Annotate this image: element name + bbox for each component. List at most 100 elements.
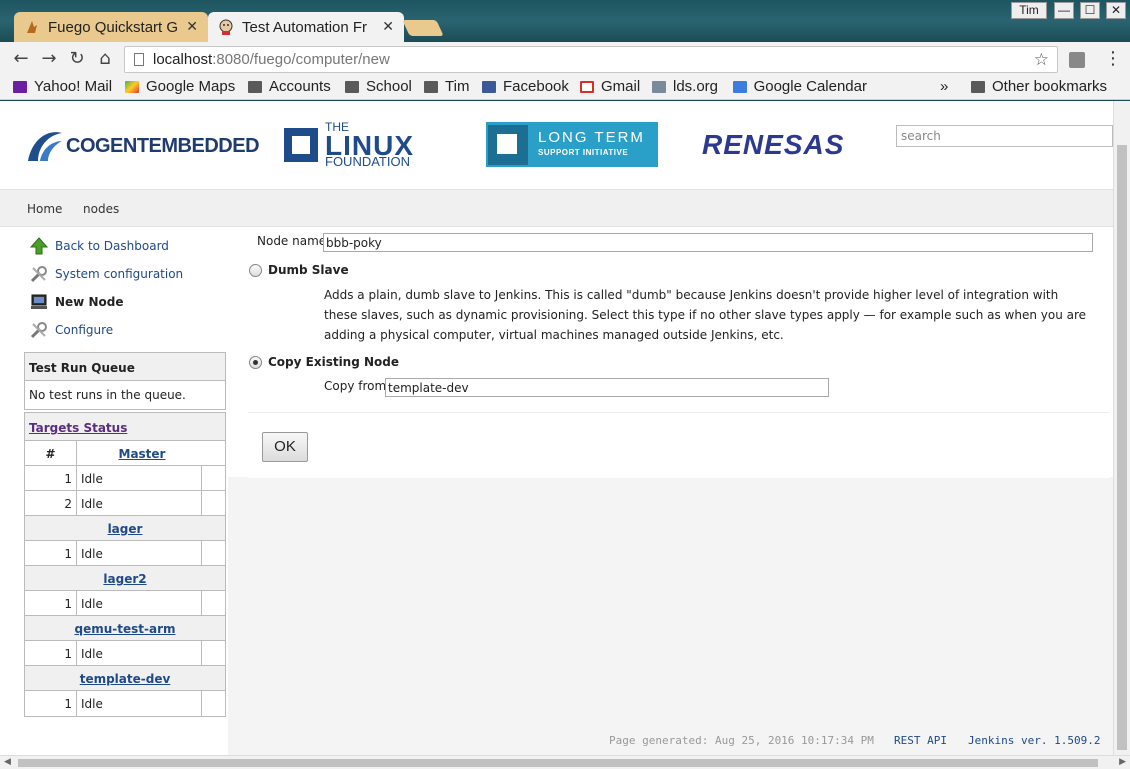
tab-fuego-quickstart[interactable]: Fuego Quickstart G ✕: [14, 12, 208, 42]
target-link-lager2[interactable]: lager2: [103, 572, 146, 586]
bookmark-label: School: [366, 78, 412, 95]
bookmark-lds[interactable]: lds.org: [652, 78, 718, 95]
home-icon[interactable]: ⌂: [95, 49, 115, 69]
reload-icon[interactable]: ↻: [67, 49, 87, 69]
executor-number: 1: [25, 541, 77, 565]
bookmark-facebook[interactable]: Facebook: [482, 78, 569, 95]
extension-icon[interactable]: [1069, 52, 1085, 68]
wrench-icon: [30, 265, 48, 283]
executor-extra-cell: [201, 541, 225, 565]
target-link-qemu-test-arm[interactable]: qemu-test-arm: [74, 622, 175, 636]
sidebar-link-label: Configure: [55, 323, 114, 337]
copy-existing-node-radio[interactable]: [249, 356, 262, 369]
copy-from-label: Copy from: [324, 379, 387, 393]
up-arrow-icon: [29, 237, 49, 255]
sidebar-link-label: System configuration: [55, 267, 184, 281]
other-bookmarks[interactable]: Other bookmarks: [971, 78, 1107, 95]
table-row: 1 Idle: [25, 641, 225, 666]
rest-api-link[interactable]: REST API: [894, 734, 947, 747]
search-input[interactable]: search: [896, 125, 1113, 147]
copy-from-input[interactable]: template-dev: [385, 378, 829, 397]
folder-icon: [971, 80, 985, 93]
dumb-slave-radio[interactable]: [249, 264, 262, 277]
maximize-button[interactable]: ☐: [1080, 2, 1100, 19]
executor-status: Idle: [81, 697, 103, 711]
horizontal-scrollbar[interactable]: ◀ ▶: [0, 755, 1130, 769]
bookmark-google-calendar[interactable]: Google Calendar: [733, 78, 867, 95]
bookmark-label: Facebook: [503, 78, 569, 95]
scroll-left-icon[interactable]: ◀: [4, 757, 11, 767]
bookmark-google-maps[interactable]: Google Maps: [125, 78, 235, 95]
bookmark-label: Google Maps: [146, 78, 236, 95]
bookmark-tim[interactable]: Tim: [424, 78, 469, 95]
linux-logo-foundation: FOUNDATION: [325, 154, 410, 169]
breadcrumb-nodes[interactable]: nodes: [83, 202, 119, 216]
tab-title: Fuego Quickstart G: [48, 18, 179, 36]
horizontal-scrollbar-thumb[interactable]: [18, 759, 1098, 767]
bookmark-school[interactable]: School: [345, 78, 412, 95]
close-tab-icon[interactable]: ✕: [186, 18, 198, 35]
jenkins-version-link[interactable]: Jenkins ver. 1.509.2: [968, 734, 1100, 747]
page-info-icon[interactable]: [134, 53, 144, 66]
wrench-icon: [30, 321, 48, 339]
executor-number: 2: [25, 491, 77, 515]
vertical-scrollbar-thumb[interactable]: [1117, 145, 1127, 750]
target-group-row: qemu-test-arm: [25, 616, 225, 641]
table-row: 1 Idle: [25, 691, 225, 716]
target-link-lager[interactable]: lager: [108, 522, 143, 536]
targets-status-header: Targets Status: [25, 413, 225, 441]
vertical-scrollbar[interactable]: [1113, 101, 1130, 755]
bookmark-gmail[interactable]: Gmail: [580, 78, 640, 95]
scroll-right-icon[interactable]: ▶: [1119, 757, 1126, 767]
cogent-logo-text: COGENTEMBEDDED: [66, 135, 260, 157]
targets-status-link[interactable]: Targets Status: [29, 421, 127, 435]
executor-status: Idle: [81, 497, 103, 511]
breadcrumb-home[interactable]: Home: [27, 202, 62, 216]
ok-button[interactable]: OK: [262, 432, 308, 462]
forward-arrow-icon[interactable]: →: [39, 49, 59, 69]
table-row: 1 Idle: [25, 541, 225, 566]
yahoo-icon: [13, 80, 27, 93]
bookmark-label: Google Calendar: [753, 78, 867, 95]
bookmark-yahoo-mail[interactable]: Yahoo! Mail: [13, 78, 112, 95]
executor-number: 1: [25, 641, 77, 665]
browser-menu-icon[interactable]: ⋮: [1104, 48, 1122, 69]
executor-extra-cell: [201, 591, 225, 615]
tab-test-automation[interactable]: Test Automation Fr ✕: [208, 12, 404, 42]
target-link-template-dev[interactable]: template-dev: [80, 672, 171, 686]
facebook-icon: [482, 80, 496, 93]
column-header-number: #: [25, 441, 77, 465]
address-path: :8080/fuego/computer/new: [212, 51, 390, 68]
executor-status: Idle: [81, 547, 103, 561]
breadcrumb: Home nodes: [0, 189, 1113, 227]
executor-status: Idle: [81, 472, 103, 486]
table-row: 1 Idle: [25, 591, 225, 616]
gmail-icon: [580, 80, 594, 93]
back-arrow-icon[interactable]: ←: [11, 49, 31, 69]
address-bar[interactable]: localhost:8080/fuego/computer/new ☆: [124, 46, 1058, 73]
sidebar-link-configure[interactable]: Configure: [30, 321, 113, 339]
calendar-icon: [733, 80, 747, 93]
new-tab-button[interactable]: [402, 20, 444, 36]
sidebar-link-label: Back to Dashboard: [55, 239, 169, 253]
sidebar-link-new-node[interactable]: New Node: [30, 293, 123, 311]
node-name-input[interactable]: bbb-poky: [323, 233, 1093, 252]
bookmark-star-icon[interactable]: ☆: [1034, 47, 1049, 72]
executor-extra-cell: [201, 641, 225, 665]
sidebar-link-back-to-dashboard[interactable]: Back to Dashboard: [29, 237, 169, 255]
close-tab-icon[interactable]: ✕: [382, 18, 394, 35]
close-window-button[interactable]: ✕: [1106, 2, 1126, 19]
copy-existing-node-label[interactable]: Copy Existing Node: [268, 355, 399, 369]
bookmarks-overflow-button[interactable]: »: [940, 78, 948, 95]
dumb-slave-label[interactable]: Dumb Slave: [268, 263, 349, 277]
executor-extra-cell: [201, 466, 225, 490]
minimize-button[interactable]: —: [1054, 2, 1074, 19]
bookmark-accounts[interactable]: Accounts: [248, 78, 331, 95]
fuego-favicon-icon: [24, 19, 40, 35]
sidebar-link-system-configuration[interactable]: System configuration: [30, 265, 183, 283]
bookmark-label: Gmail: [601, 78, 641, 95]
table-row: 2 Idle: [25, 491, 225, 516]
renesas-logo: RENESAS: [702, 129, 845, 160]
ltsi-long-term: LONG TERM: [538, 129, 645, 146]
master-link[interactable]: Master: [77, 447, 207, 461]
